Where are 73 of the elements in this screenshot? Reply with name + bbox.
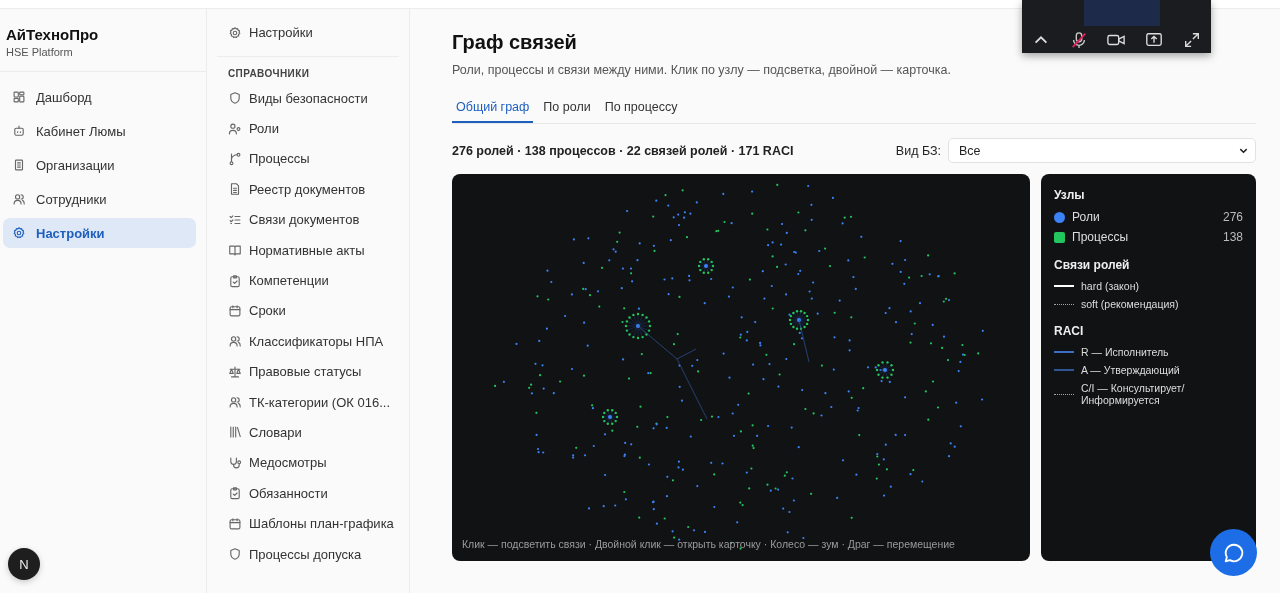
graph-hint: Клик — подсветить связи · Двойной клик — открыть карточку · Колесо — зум · Драг — перемещение <box>462 538 955 550</box>
calendar-icon <box>228 516 242 531</box>
sidebar-item[interactable]: Настройки <box>3 218 196 248</box>
page-description: Роли, процессы и связи между ними. Клик по узлу — подсветка, двойной — карточка. <box>452 63 952 77</box>
legend-label: A — Утверждающий <box>1081 364 1180 376</box>
branch-icon <box>228 151 242 166</box>
book-icon <box>228 243 242 258</box>
share-screen-icon[interactable] <box>1144 31 1165 49</box>
app-subtitle: HSE Platform <box>6 46 74 58</box>
subnav-item[interactable]: Шаблоны план-графика <box>217 508 399 539</box>
legend-label: soft (рекомендация) <box>1081 298 1179 310</box>
subnav-item[interactable]: ТК-категории (ОК 016... <box>217 386 399 418</box>
settings-link[interactable]: Настройки <box>217 9 399 57</box>
sidebar-item[interactable]: Организации <box>3 150 196 180</box>
subnav-item[interactable]: Правовые статусы <box>217 356 399 387</box>
tab[interactable]: Общий граф <box>452 94 534 123</box>
chat-bubble-icon <box>1222 541 1245 564</box>
section-heading: СПРАВОЧНИКИ <box>227 67 311 81</box>
tab[interactable]: По роли <box>539 94 595 123</box>
page-title: Граф связей <box>452 31 577 54</box>
robot-icon <box>12 124 26 138</box>
shield-icon <box>228 547 242 562</box>
legend-count: 138 <box>1222 230 1243 244</box>
people-icon <box>12 192 26 206</box>
subnav-item[interactable]: Словари <box>217 417 399 448</box>
sidebar-item[interactable]: Дашборд <box>3 82 196 112</box>
subnav-item[interactable]: Виды безопасности <box>217 83 399 114</box>
building-icon <box>12 158 26 172</box>
legend-label: Роли <box>1072 210 1100 224</box>
clipboard-check-icon <box>228 273 242 288</box>
legend-count: 276 <box>1222 210 1243 224</box>
tab[interactable]: По процессу <box>600 94 682 123</box>
grid-icon <box>12 90 26 104</box>
subnav-item[interactable]: Сроки <box>217 295 399 327</box>
people-icon <box>228 334 242 349</box>
type-select[interactable]: Все <box>948 138 1256 163</box>
legend-heading: Связи ролей <box>1054 258 1131 272</box>
checklist-icon <box>228 212 242 227</box>
calendar-icon <box>228 303 242 318</box>
legend-label: R — Исполнитель <box>1081 346 1169 358</box>
subnav-item[interactable]: Роли <box>217 113 399 144</box>
subnav-item[interactable]: Медосмотры <box>217 447 399 479</box>
graph-canvas[interactable]: Клик — подсветить связи · Двойной клик — открыть карточку · Колесо — зум · Драг — перемещение <box>452 174 1030 561</box>
document-icon <box>228 182 242 197</box>
subnav-item[interactable]: Обязанности <box>217 478 399 509</box>
people-icon <box>228 395 242 410</box>
subnav-item[interactable]: Компетенции <box>217 265 399 296</box>
graph-stats: 276 ролей · 138 процессов · 22 связей ролей · 171 RACI <box>452 143 794 158</box>
scales-icon <box>228 364 242 379</box>
filter-label: Вид БЗ: <box>895 143 941 158</box>
stethoscope-icon <box>228 455 242 470</box>
person-icon <box>228 121 242 136</box>
user-avatar[interactable]: N <box>8 548 40 580</box>
settings-icon <box>12 226 26 240</box>
sidebar-item[interactable]: Кабинет Люмы <box>3 116 196 146</box>
sidebar-item[interactable]: Сотрудники <box>3 184 196 214</box>
subnav-item[interactable]: Реестр документов <box>217 174 399 205</box>
legend-label: Процессы <box>1072 230 1128 244</box>
legend-label: C/I — Консультирует/ Информируется <box>1081 382 1186 406</box>
legend-label: hard (закон) <box>1081 280 1139 292</box>
chat-button[interactable] <box>1210 529 1257 576</box>
legend-heading: Узлы <box>1054 188 1086 202</box>
settings-icon <box>228 25 242 40</box>
library-icon <box>228 425 242 440</box>
subnav-item[interactable]: Классификаторы НПА <box>217 326 399 357</box>
legend-heading: RACI <box>1054 324 1085 338</box>
subnav-item[interactable]: Процессы <box>217 143 399 175</box>
subnav-item[interactable]: Связи документов <box>217 204 399 235</box>
subnav-item[interactable]: Процессы допуска <box>217 538 399 570</box>
shield-icon <box>228 91 242 106</box>
clipboard-check-icon <box>228 486 242 501</box>
subnav-item[interactable]: Нормативные акты <box>217 234 399 266</box>
app-name: АйТехноПро <box>6 26 100 43</box>
